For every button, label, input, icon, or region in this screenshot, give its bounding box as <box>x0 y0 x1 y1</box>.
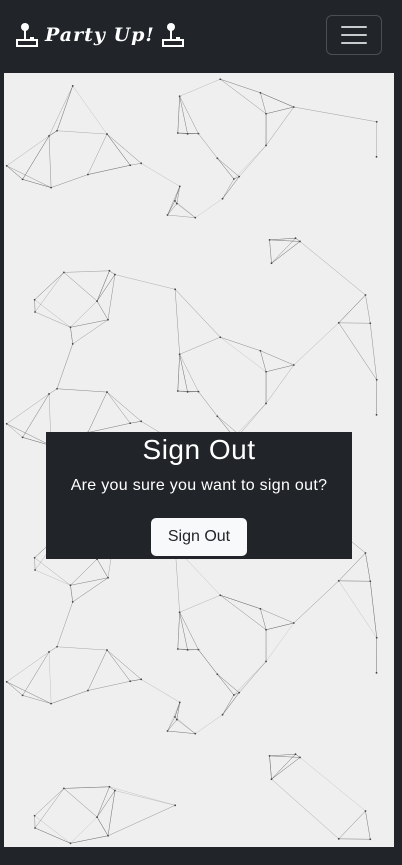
hamburger-menu-icon-bar <box>341 42 367 44</box>
brand-link[interactable]: Party Up! <box>15 20 185 50</box>
card-title: Sign Out <box>142 434 256 465</box>
card-message: Are you sure you want to sign out? <box>70 477 328 494</box>
navbar-toggler-button[interactable] <box>326 15 382 55</box>
brand-title: Party Up! <box>45 24 155 46</box>
sign-out-button[interactable]: Sign Out <box>151 518 247 556</box>
sign-out-card: Sign Out Are you sure you want to sign o… <box>46 432 352 559</box>
hamburger-menu-icon-bar <box>341 34 367 36</box>
joystick-icon <box>161 23 184 47</box>
joystick-icon <box>16 23 38 47</box>
top-navbar: Party Up! <box>0 0 402 72</box>
hamburger-menu-icon <box>341 26 367 28</box>
